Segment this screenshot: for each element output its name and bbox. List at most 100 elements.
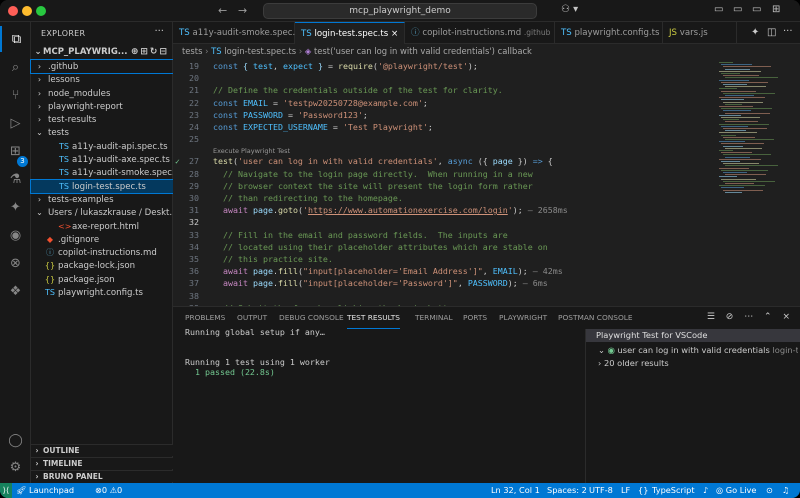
code-line[interactable]: // located using their placeholder attri…	[213, 242, 548, 252]
tree-folder[interactable]: › lessons	[31, 73, 173, 86]
code-line[interactable]: // Navigate to the login page directly. …	[213, 169, 533, 179]
bell-icon[interactable]: ♪	[703, 483, 708, 498]
command-center[interactable]: mcp_playwright_demo	[263, 3, 537, 19]
remote-icon[interactable]: ⊗	[0, 250, 31, 276]
panel-tab-debug-console[interactable]: DEBUG CONSOLE	[279, 307, 344, 329]
close-window-button[interactable]	[8, 6, 18, 16]
more-actions-icon[interactable]: ···	[154, 26, 164, 37]
maximize-window-button[interactable]	[36, 6, 46, 16]
panel-tab-ports[interactable]: PORTS	[463, 307, 487, 329]
cursor-position[interactable]: Ln 32, Col 1	[491, 483, 540, 498]
tree-file[interactable]: <>axe-report.html	[31, 220, 173, 233]
forward-arrow-icon[interactable]: →	[238, 4, 247, 17]
copilot-icon[interactable]: ✦	[0, 194, 31, 220]
panel-tab-postman-console[interactable]: POSTMAN CONSOLE	[558, 307, 633, 329]
tab-playwright-config[interactable]: TS playwright.config.ts	[555, 22, 663, 44]
code-line[interactable]: const { test, expect } = require('@playw…	[213, 61, 478, 71]
minimap[interactable]	[717, 58, 787, 306]
more-actions-icon[interactable]: ···	[783, 26, 793, 37]
split-editor-icon[interactable]: ◫	[767, 27, 776, 38]
workspace-root[interactable]: ⌄MCP_PLAYWRIG... ⊕⊞↻⊟	[33, 44, 173, 60]
code-line[interactable]: const EXPECTED_USERNAME = 'Test Playwrig…	[213, 122, 433, 132]
tree-folder[interactable]: › playwright-report	[31, 100, 173, 113]
code-editor[interactable]: 19 const { test, expect } = require('@pla…	[173, 58, 800, 325]
bruno-pane-header[interactable]: › BRUNO PANEL	[31, 470, 173, 482]
tree-folder[interactable]: › node_modules	[31, 87, 173, 100]
tree-file[interactable]: TS a11y-audit-api.spec.ts	[31, 140, 173, 153]
breadcrumb-folder[interactable]: tests	[182, 46, 202, 56]
toggle-secondary-sidebar-icon[interactable]: ▭	[752, 4, 761, 15]
go-live-button[interactable]: ◎ Go Live	[716, 483, 756, 498]
breadcrumb-symbol[interactable]: test('user can log in with valid credent…	[314, 46, 532, 56]
tree-folder[interactable]: › .github	[30, 58, 174, 75]
tree-file[interactable]: TS a11y-audit-axe.spec.ts	[31, 153, 173, 166]
code-line[interactable]: // Define the credentials outside of the…	[213, 85, 503, 95]
remote-indicator-icon[interactable]: ⟩⟨	[0, 483, 12, 498]
panel-tab-playwright[interactable]: PLAYWRIGHT	[499, 307, 547, 329]
code-line[interactable]: test('user can log in with valid credent…	[213, 156, 553, 166]
tree-folder[interactable]: ⌄ tests	[31, 126, 173, 139]
code-line[interactable]: await page.fill("input[placeholder='Pass…	[213, 278, 548, 288]
copilot-menu-icon[interactable]: ⚇ ▾	[561, 4, 578, 15]
code-line[interactable]: // this practice site.	[213, 254, 333, 264]
code-line[interactable]: await page.goto('https://www.automatione…	[213, 205, 568, 215]
timeline-pane-header[interactable]: › TIMELINE	[31, 457, 173, 469]
tree-file[interactable]: {} package.json	[31, 273, 173, 286]
panel-tab-test-results[interactable]: TEST RESULTS	[347, 307, 400, 329]
launchpad-button[interactable]: 🚀︎ Launchpad	[16, 483, 74, 498]
panel-tab-terminal[interactable]: TERMINAL	[415, 307, 453, 329]
tree-file[interactable]: TS login-test.spec.ts	[30, 178, 174, 194]
panel-tab-output[interactable]: OUTPUT	[237, 307, 267, 329]
tree-folder[interactable]: › test-results	[31, 113, 173, 126]
tab-a11y-audit-smoke[interactable]: TS a11y-audit-smoke.spec.ts	[173, 22, 303, 44]
tree-file[interactable]: TS a11y-audit-smoke.spec.ts	[31, 166, 173, 179]
code-line[interactable]: const EMAIL = 'testpw20250728@example.co…	[213, 98, 428, 108]
line-ending[interactable]: LF	[621, 483, 630, 498]
back-arrow-icon[interactable]: ←	[218, 4, 227, 17]
close-icon[interactable]: ×	[391, 29, 398, 39]
customize-layout-icon[interactable]: ⊞	[772, 4, 780, 15]
copilot-chat-icon[interactable]: ✦	[751, 27, 759, 38]
tree-file[interactable]: TS playwright.config.ts	[31, 286, 173, 299]
explorer-icon[interactable]: ⧉	[0, 26, 31, 52]
notifications-icon[interactable]: ♫	[782, 483, 789, 498]
tree-file[interactable]: ◆ .gitignore	[31, 233, 173, 246]
problems-indicator[interactable]: ⊗0 ⚠0	[95, 483, 122, 498]
results-header[interactable]: Playwright Test for VSCode	[586, 329, 800, 342]
testing-icon[interactable]: ⚗	[0, 166, 31, 192]
search-icon[interactable]: ⌕	[0, 54, 31, 80]
code-line[interactable]: const PASSWORD = 'Password123';	[213, 110, 368, 120]
minimize-window-button[interactable]	[22, 6, 32, 16]
tree-file[interactable]: {} package-lock.json	[31, 259, 173, 272]
tab-login-test[interactable]: TS login-test.spec.ts ×	[295, 22, 405, 44]
older-results-item[interactable]: › 20 older results	[598, 357, 798, 370]
gear-icon[interactable]: ⚙	[0, 454, 31, 480]
panel-toolbar[interactable]: ☰ ⊘ ⋯ ⌃ ×	[707, 312, 794, 322]
language-mode[interactable]: TypeScript	[652, 483, 695, 498]
account-icon[interactable]: ◯	[0, 427, 31, 453]
code-line[interactable]: // Fill in the email and password fields…	[213, 230, 508, 240]
breadcrumb-file[interactable]: login-test.spec.ts	[224, 46, 296, 56]
toggle-sidebar-icon[interactable]: ▭	[714, 4, 723, 15]
tab-vars-js[interactable]: JS vars.js	[663, 22, 737, 44]
source-control-icon[interactable]: ⑂	[0, 82, 31, 108]
python-icon[interactable]: ❖	[0, 278, 31, 304]
tab-copilot-instructions[interactable]: ⓘ copilot-instructions.md .github	[405, 22, 555, 44]
tree-folder[interactable]: ⌄ Users / lukaszkrause / Deskt...	[31, 206, 173, 219]
encoding[interactable]: UTF-8	[589, 483, 613, 498]
code-line[interactable]: // browser context the site will present…	[213, 181, 533, 191]
panel-tab-problems[interactable]: PROBLEMS	[185, 307, 225, 329]
tree-file[interactable]: ⓘ copilot-instructions.md	[31, 246, 173, 259]
indentation[interactable]: Spaces: 2	[547, 483, 587, 498]
toggle-panel-icon[interactable]: ▭	[733, 4, 742, 15]
outline-pane-header[interactable]: › OUTLINE	[31, 444, 173, 456]
tree-folder[interactable]: › tests-examples	[31, 193, 173, 206]
run-debug-icon[interactable]: ▷	[0, 110, 31, 136]
explorer-actions[interactable]: ⊕⊞↻⊟	[131, 44, 169, 60]
code-line[interactable]: // than redirecting to the homepage.	[213, 193, 403, 203]
account-status-icon[interactable]: ⊙	[766, 483, 773, 498]
code-line[interactable]: await page.fill("input[placeholder='Emai…	[213, 266, 563, 276]
passed-test-item[interactable]: ⌄ ◉ user can log in with valid credentia…	[598, 344, 798, 357]
codelens-execute-test[interactable]: Execute Playwright Test	[213, 147, 290, 155]
github-icon[interactable]: ◉	[0, 222, 31, 248]
